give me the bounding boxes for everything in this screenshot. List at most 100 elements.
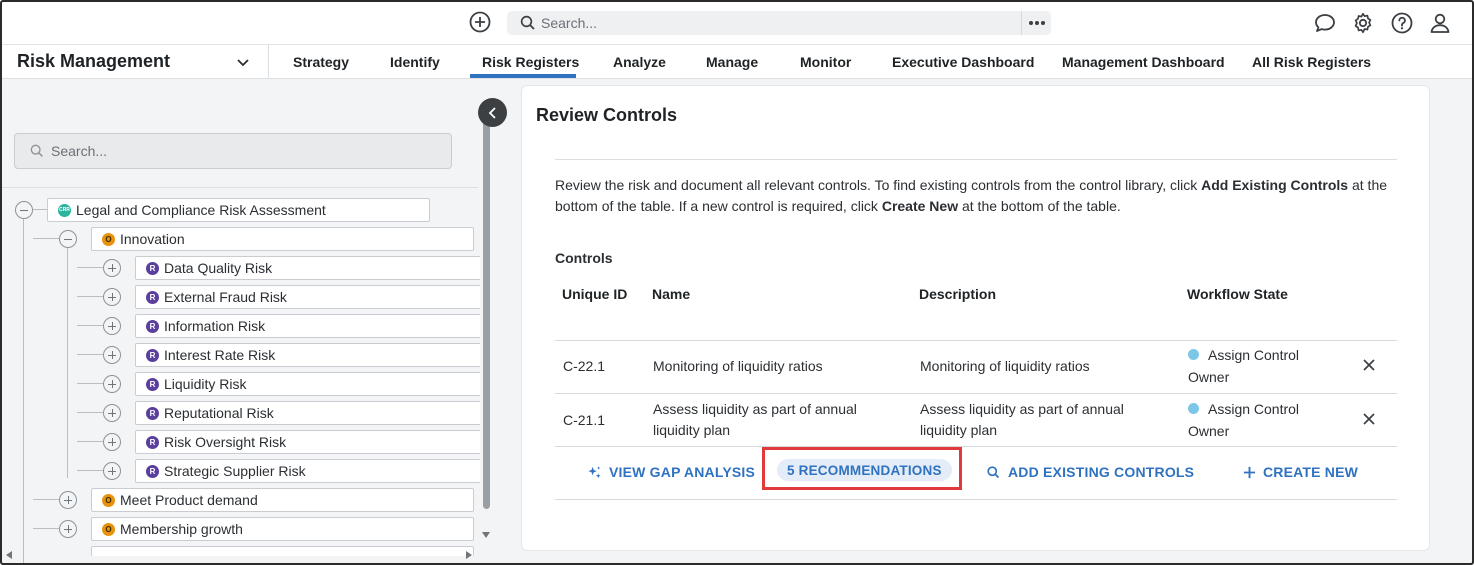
column-header-name[interactable]: Name (652, 286, 690, 302)
tab-identify[interactable]: Identify (390, 54, 440, 70)
tree-connector (77, 412, 103, 413)
tree-connector (33, 499, 59, 500)
tab-analyze[interactable]: Analyze (613, 54, 666, 70)
scroll-left-arrow-icon[interactable] (6, 551, 12, 559)
column-header-description[interactable]: Description (919, 286, 996, 302)
tree-node-label: Membership growth (120, 521, 243, 537)
tree-connector (67, 248, 68, 478)
cell-workflow-state-cont: Owner (1188, 423, 1230, 439)
tree-node-risk[interactable]: R Strategic Supplier Risk (135, 459, 485, 483)
tab-management-dashboard[interactable]: Management Dashboard (1062, 54, 1225, 70)
tree-search-input[interactable]: Search... (14, 133, 452, 169)
cell-description: Assess liquidity as part of annual (920, 401, 1124, 417)
risk-register-badge: CRR (58, 203, 71, 217)
chevron-left-icon (488, 106, 496, 119)
expand-toggle[interactable] (59, 520, 77, 538)
nav-divider (268, 45, 269, 78)
tree-node-innovation[interactable]: O Innovation (91, 227, 474, 251)
scroll-down-arrow-icon[interactable] (482, 532, 490, 538)
tree-divider (2, 187, 478, 188)
tree-connector (77, 470, 103, 471)
expand-toggle[interactable] (103, 288, 121, 306)
expand-toggle[interactable] (103, 317, 121, 335)
add-existing-controls-label: ADD EXISTING CONTROLS (1008, 464, 1195, 480)
tree-horizontal-scrollbar[interactable] (2, 549, 480, 563)
remove-control-icon[interactable] (1362, 358, 1376, 372)
tree-node-legal-compliance[interactable]: CRR Legal and Compliance Risk Assessment (47, 198, 430, 222)
tab-strategy[interactable]: Strategy (293, 54, 349, 70)
search-icon (987, 465, 1000, 478)
tree-node-risk[interactable]: R Interest Rate Risk (135, 343, 485, 367)
column-header-unique-id[interactable]: Unique ID (562, 286, 627, 302)
chat-icon[interactable] (1313, 11, 1337, 35)
table-footer-divider (555, 499, 1397, 500)
tree-node-label: Risk Oversight Risk (164, 434, 287, 450)
module-nav-bar: Risk Management Strategy Identify Risk R… (0, 45, 1474, 79)
remove-control-icon[interactable] (1362, 412, 1376, 426)
tree-node-risk[interactable]: R Information Risk (135, 314, 485, 338)
tree-node-label: Data Quality Risk (164, 260, 273, 276)
add-existing-controls-button[interactable]: ADD EXISTING CONTROLS (986, 462, 1194, 482)
controls-section-label: Controls (555, 250, 613, 266)
tab-all-risk-registers[interactable]: All Risk Registers (1252, 54, 1371, 70)
collapse-toggle[interactable] (59, 230, 77, 248)
expand-toggle[interactable] (103, 404, 121, 422)
tree-connector (77, 354, 103, 355)
recommendations-button[interactable]: 5 RECOMMENDATIONS (777, 459, 952, 481)
cell-name-cont: liquidity plan (653, 422, 731, 438)
global-search-placeholder: Search... (541, 15, 598, 31)
tree-node-label: Reputational Risk (164, 405, 274, 421)
tab-manage[interactable]: Manage (706, 54, 758, 70)
expand-toggle[interactable] (103, 462, 121, 480)
tree-connector (33, 238, 59, 239)
tree-node-label: Information Risk (164, 318, 266, 334)
create-new-button[interactable]: CREATE NEW (1243, 462, 1358, 482)
tree-scroll-thumb[interactable] (483, 117, 490, 509)
tab-executive-dashboard[interactable]: Executive Dashboard (892, 54, 1034, 70)
global-search-input[interactable]: Search... (507, 11, 1051, 35)
search-options-button[interactable] (1021, 11, 1051, 35)
expand-toggle[interactable] (103, 346, 121, 364)
help-icon[interactable] (1390, 11, 1414, 35)
expand-toggle[interactable] (103, 259, 121, 277)
risk-badge: R (146, 319, 159, 333)
risk-badge: R (146, 406, 159, 420)
tree-node-risk[interactable]: R Reputational Risk (135, 401, 485, 425)
app-title: Risk Management (17, 51, 171, 71)
tab-monitor[interactable]: Monitor (800, 54, 851, 70)
row-divider (555, 393, 1397, 394)
tab-risk-registers[interactable]: Risk Registers (482, 54, 579, 70)
cell-description: Monitoring of liquidity ratios (920, 358, 1090, 374)
tree-node-risk[interactable]: R Liquidity Risk (135, 372, 485, 396)
instructions-text: Review the risk and document all relevan… (555, 177, 1388, 214)
expand-toggle[interactable] (59, 491, 77, 509)
tree-node-label: Liquidity Risk (164, 376, 247, 392)
table-header-divider (555, 340, 1397, 341)
tree-node-label: External Fraud Risk (164, 289, 287, 305)
view-gap-analysis-button[interactable]: VIEW GAP ANALYSIS (587, 462, 755, 482)
tree-connector (77, 383, 103, 384)
tree-connector (77, 441, 103, 442)
collapse-panel-button[interactable] (478, 98, 507, 127)
expand-toggle[interactable] (103, 375, 121, 393)
gear-icon[interactable] (1351, 11, 1375, 35)
tree-node-risk[interactable]: R Risk Oversight Risk (135, 430, 485, 454)
tree-node-objective[interactable]: O Meet Product demand (91, 488, 474, 512)
tree-node-objective[interactable]: O Membership growth (91, 517, 474, 541)
scroll-right-arrow-icon[interactable] (466, 551, 472, 559)
user-icon[interactable] (1428, 11, 1452, 35)
card-title: Review Controls (536, 105, 678, 125)
objective-badge: O (102, 493, 115, 507)
tree-node-risk[interactable]: R External Fraud Risk (135, 285, 485, 309)
plus-circle-icon[interactable] (468, 10, 492, 34)
tree-node-risk[interactable]: R Data Quality Risk (135, 256, 485, 280)
cell-workflow-state: Assign Control (1208, 347, 1300, 363)
risk-badge: R (146, 464, 159, 478)
column-header-workflow-state[interactable]: Workflow State (1187, 286, 1288, 302)
tree-connector (77, 296, 103, 297)
chevron-down-icon[interactable] (235, 54, 251, 70)
collapse-toggle[interactable] (15, 201, 33, 219)
tree-connector (77, 325, 103, 326)
cell-unique-id: C-22.1 (563, 358, 606, 374)
expand-toggle[interactable] (103, 433, 121, 451)
